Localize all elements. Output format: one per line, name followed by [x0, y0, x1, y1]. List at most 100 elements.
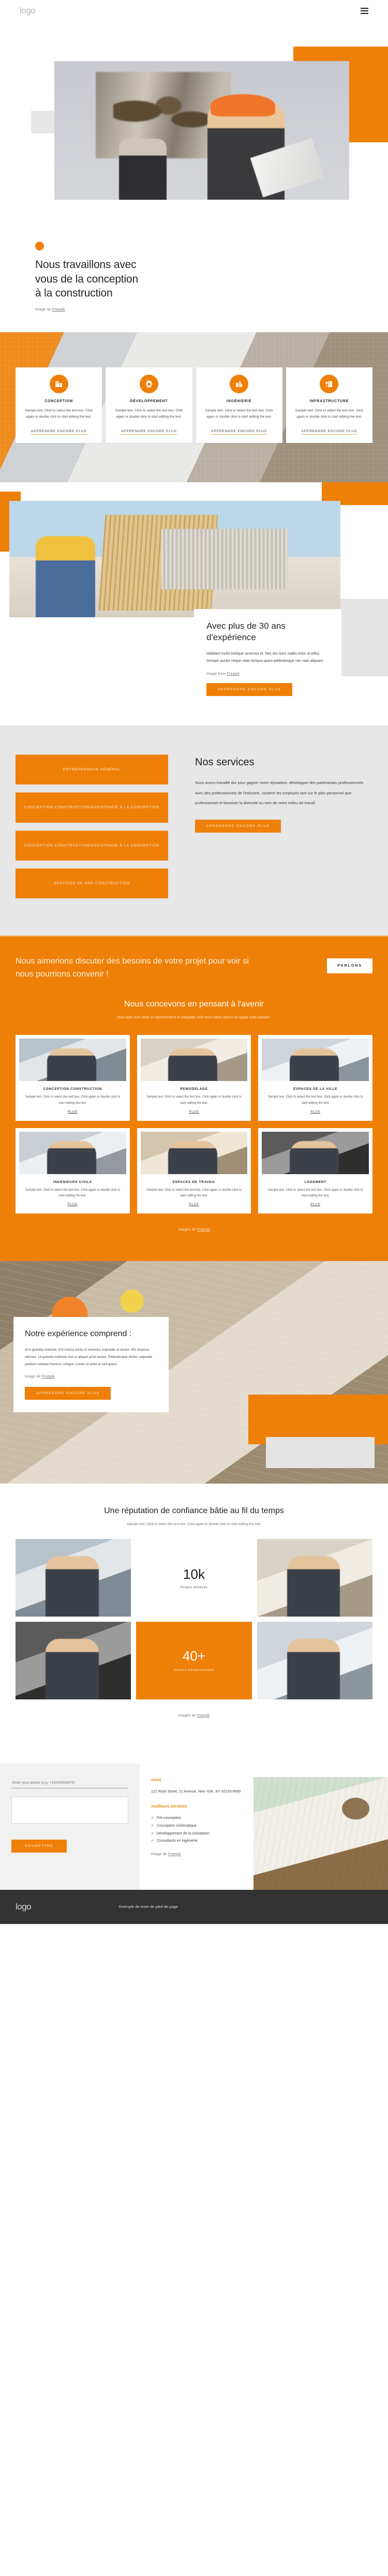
service-button-design-build-1[interactable]: CONCEPTION-CONSTRUCTION/ASSISTANCE À LA …	[16, 792, 168, 823]
contact-services-list: ✓ Pré-conception ✓ Conception schématique …	[151, 1815, 245, 1845]
reputation-photo-figure	[287, 1638, 340, 1699]
burger-bar-3	[361, 13, 368, 14]
site-footer: logo Exemple de texte de pied de page	[0, 1889, 388, 1924]
cta-section: Nous aimerions discuter des besoins de v…	[0, 936, 388, 997]
check-icon: ✓	[151, 1816, 154, 1820]
reputation-photo-3	[16, 1621, 131, 1699]
services-learn-more-button[interactable]: APPRENDRE ENCORE PLUS	[195, 819, 281, 833]
projects-section: Nous concevons en pensant à l'avenir Dui…	[0, 996, 388, 1261]
feature-card-link[interactable]: APPRENDRE ENCORE PLUS	[31, 430, 87, 435]
expertise-credit-link[interactable]: Freepik	[42, 1375, 55, 1379]
contact-section: SOUMETTRE ment 121 Rock Street, 21 Avenu…	[0, 1739, 388, 1890]
feature-card-link[interactable]: APPRENDRE ENCORE PLUS	[301, 430, 357, 435]
service-button-general-contractor[interactable]: ENTREPRENEUR GÉNÉRAL	[16, 754, 168, 785]
experience-section: Avec plus de 30 ans d'expérience Habitan…	[0, 482, 388, 726]
expertise-body: Id in gravida molestie. Est massa porta …	[25, 1348, 153, 1366]
feature-card[interactable]: DÉVELOPPEMENT Sample text. Click to sele…	[106, 367, 192, 443]
services-body: Nous avons travaillé dur pour gagner not…	[195, 780, 364, 805]
experience-learn-more-button[interactable]: APPRENDRE ENCORE PLUS	[206, 683, 293, 697]
check-icon: ✓	[151, 1824, 154, 1828]
hero-photo-map-art	[113, 88, 220, 144]
hero-accent-dot	[35, 242, 44, 250]
cta-talk-button[interactable]: PARLONS	[327, 958, 372, 974]
check-icon: ✓	[151, 1831, 154, 1835]
project-more-link[interactable]: PLUS	[262, 1111, 369, 1114]
header-logo[interactable]: logo	[20, 6, 36, 16]
project-title: CONCEPTION CONSTRUCTION	[43, 1087, 102, 1091]
project-thumb-figure	[290, 1141, 339, 1174]
reputation-credit-link[interactable]: Freepik	[197, 1714, 210, 1718]
project-thumbnail	[262, 1131, 369, 1174]
project-card[interactable]: ESPACES DE LA VILLE Sample text. Click t…	[258, 1035, 372, 1121]
experience-credit-link[interactable]: Freepik	[227, 672, 240, 676]
services-heading: Nos services	[195, 757, 255, 768]
reputation-photo-figure	[46, 1556, 99, 1617]
project-more-link[interactable]: PLUS	[19, 1111, 126, 1114]
project-more-link[interactable]: PLUS	[141, 1203, 248, 1206]
project-body: Sample text. Click to select the text bo…	[146, 1188, 242, 1197]
experience-photo	[9, 501, 340, 617]
phone-input[interactable]	[11, 1778, 128, 1788]
stat-years-number: 40+	[182, 1648, 206, 1664]
page-root: logo Nous travaillons avec vous de la co…	[0, 0, 388, 1924]
stat-years: 40+ Années d'établissement	[136, 1621, 252, 1699]
service-button-preconstruction[interactable]: SERVICES DE PRÉ-CONSTRUCTION	[16, 868, 168, 899]
submit-button[interactable]: SOUMETTRE	[11, 1839, 67, 1853]
service-button-design-build-2[interactable]: CONCEPTION-CONSTRUCTION/ASSISTANCE À LA …	[16, 830, 168, 861]
expertise-learn-more-button[interactable]: APPRENDRE ENCORE PLUS	[25, 1387, 111, 1400]
feature-card-title: INFRASTRUCTURE	[309, 399, 349, 403]
project-card[interactable]: INGÉNIEURS CIVILS Sample text. Click to …	[16, 1128, 130, 1213]
projects-subtitle: Duis aute irure dolor in reprehenderit i…	[117, 1015, 271, 1019]
phone-field-wrap	[11, 1777, 128, 1788]
hero-copy: Nous travaillons avec vous de la concept…	[35, 242, 144, 312]
hero-image-credit: Image de Freepik	[35, 308, 65, 312]
project-card[interactable]: REMODELAGE Sample text. Click to select …	[137, 1035, 251, 1121]
reputation-grid: 10k Projets achevés 40+ Années d'établis…	[16, 1538, 372, 1699]
reputation-photo-figure	[287, 1556, 340, 1617]
city-tree-icon	[320, 375, 339, 393]
experience-card: Avec plus de 30 ans d'expérience Habitan…	[194, 609, 341, 709]
reputation-photo-2	[257, 1538, 372, 1617]
feature-card-link[interactable]: APPRENDRE ENCORE PLUS	[121, 430, 177, 435]
service-list-item: ✓ Consultants en ingénierie	[151, 1838, 245, 1845]
project-thumb-figure	[47, 1048, 96, 1082]
feature-card-body: Sample text. Click to select the text bo…	[295, 409, 363, 419]
project-more-link[interactable]: PLUS	[262, 1203, 369, 1206]
project-more-link[interactable]: PLUS	[141, 1111, 248, 1114]
expertise-heading: Notre expérience comprend :	[25, 1329, 132, 1338]
feature-card[interactable]: INFRASTRUCTURE Sample text. Click to sel…	[286, 367, 372, 443]
project-title: REMODELAGE	[180, 1087, 208, 1091]
expertise-card: Notre expérience comprend : Id in gravid…	[13, 1316, 169, 1413]
project-body: Sample text. Click to select the text bo…	[25, 1095, 121, 1105]
project-card[interactable]: CONCEPTION CONSTRUCTION Sample text. Cli…	[16, 1035, 130, 1121]
project-card[interactable]: LOGEMENT Sample text. Click to select th…	[258, 1128, 372, 1213]
project-title: ESPACES DE TRAVAIL	[172, 1180, 216, 1184]
projects-credit-link[interactable]: Freepik	[197, 1228, 210, 1232]
hero-credit-link[interactable]: Freepik	[52, 308, 65, 312]
experience-photo-frame	[161, 529, 288, 589]
reputation-heading: Une réputation de confiance bâtie au fil…	[104, 1506, 284, 1515]
project-more-link[interactable]: PLUS	[19, 1203, 126, 1206]
hamburger-menu-icon[interactable]	[361, 8, 368, 14]
contact-credit-link[interactable]: Freepik	[168, 1853, 181, 1856]
reputation-section: Une réputation de confiance bâtie au fil…	[0, 1483, 388, 1740]
service-list-item-label: Consultants en ingénierie	[156, 1839, 198, 1843]
hero-photo	[54, 61, 349, 200]
service-list-item-label: Développement de la conception	[156, 1831, 210, 1835]
site-header: logo	[0, 0, 388, 22]
reputation-photo-4	[257, 1621, 372, 1699]
feature-card-link[interactable]: APPRENDRE ENCORE PLUS	[211, 430, 267, 435]
reputation-subtitle: Sample text. Click to select the text bo…	[127, 1522, 261, 1526]
feature-card[interactable]: CONCEPTION Sample text. Click to select …	[16, 367, 102, 443]
hero-photo-helmet	[211, 94, 276, 117]
project-card[interactable]: ESPACES DE TRAVAIL Sample text. Click to…	[137, 1128, 251, 1213]
footer-logo[interactable]: logo	[16, 1902, 119, 1912]
feature-card[interactable]: INGÉNIERIE Sample text. Click to select …	[196, 367, 282, 443]
buildings-icon	[49, 375, 68, 393]
check-icon: ✓	[151, 1839, 154, 1843]
project-title: ESPACES DE LA VILLE	[293, 1087, 338, 1091]
message-textarea[interactable]	[11, 1796, 128, 1824]
service-list-item-label: Conception schématique	[156, 1824, 197, 1828]
expertise-grey-block	[266, 1437, 375, 1468]
expertise-image-credit: Image de Freepik	[25, 1375, 55, 1379]
